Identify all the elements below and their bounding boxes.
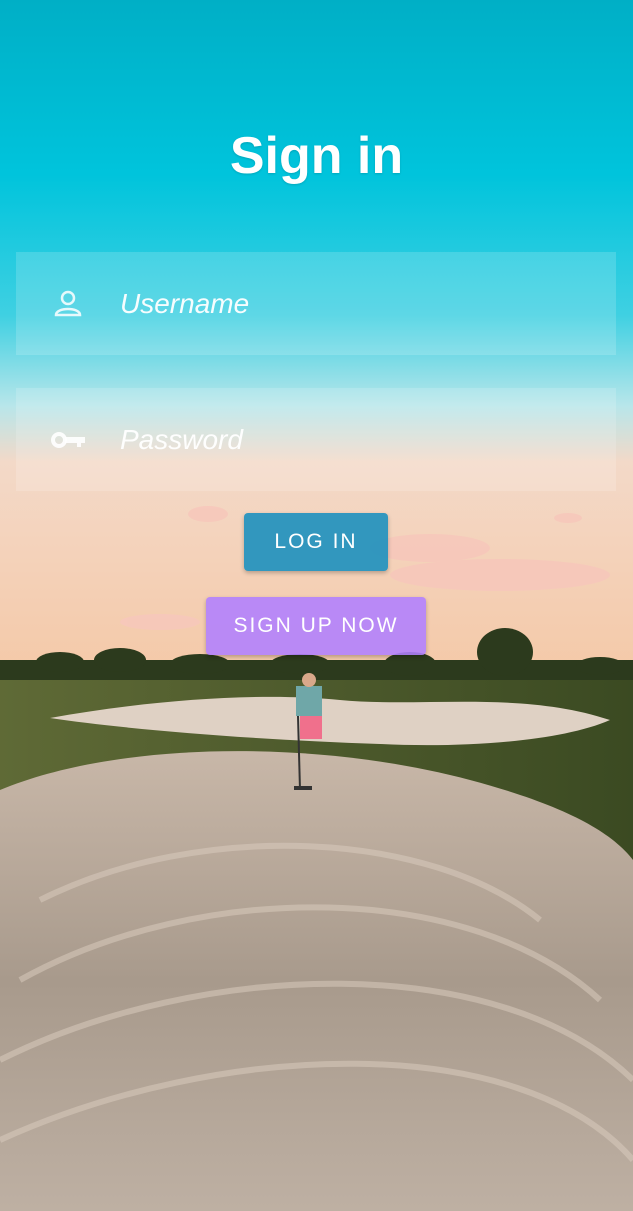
page-title: Sign in <box>229 126 404 185</box>
username-field[interactable] <box>16 252 616 355</box>
key-icon <box>16 429 120 451</box>
password-input[interactable] <box>120 388 616 491</box>
username-input[interactable] <box>120 252 616 355</box>
signup-button[interactable]: SIGN UP NOW <box>206 597 426 655</box>
password-field[interactable] <box>16 388 616 491</box>
login-button[interactable]: LOG IN <box>244 513 388 571</box>
person-icon <box>16 289 120 319</box>
